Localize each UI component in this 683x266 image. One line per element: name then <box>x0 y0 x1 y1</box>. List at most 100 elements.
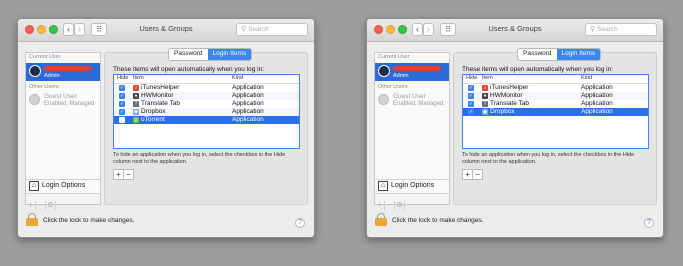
item-kind: Application <box>232 116 264 123</box>
hide-checkbox[interactable]: ✓ <box>119 101 125 107</box>
window-title: Users & Groups <box>488 24 542 33</box>
item-name: uTorrent <box>141 116 165 123</box>
column-hide[interactable]: Hide <box>117 75 128 81</box>
help-icon[interactable]: ? <box>644 218 654 228</box>
users-groups-window-before: ‹ › ⠿ Users & Groups ⚲ Search Current Use… <box>17 18 315 238</box>
forward-icon[interactable]: › <box>423 23 434 36</box>
zoom-button[interactable] <box>49 25 58 34</box>
remove-user-button[interactable]: − <box>36 201 46 210</box>
back-icon[interactable]: ‹ <box>412 23 423 36</box>
login-items-panel: Password Login Items These items will op… <box>453 48 657 205</box>
guest-user-item[interactable]: Guest User Enabled, Managed <box>375 92 449 112</box>
add-user-button[interactable]: + <box>26 201 36 210</box>
itunes-helper-icon: ♪ <box>482 85 488 91</box>
other-users-header: Other Users <box>29 84 59 90</box>
table-row-selected[interactable]: ✓ ◆ Dropbox Application <box>463 108 648 116</box>
grid-icon[interactable]: ⠿ <box>440 23 456 36</box>
column-hide[interactable]: Hide <box>466 75 477 81</box>
close-button[interactable] <box>25 25 34 34</box>
table-row[interactable]: ✓ ♪ iTunesHelper Application <box>114 84 299 92</box>
table-row[interactable]: ✓ T Translate Tab Application <box>114 100 299 108</box>
lock-text: Click the lock to make changes. <box>392 217 484 224</box>
login-options-item[interactable]: ⌂ Login Options <box>26 179 100 193</box>
column-item[interactable]: Item <box>133 75 144 81</box>
current-user-header: Current User <box>29 54 61 60</box>
intro-text: These items will open automatically when… <box>113 66 265 73</box>
table-row[interactable]: ✓ ◆ Dropbox Application <box>114 108 299 116</box>
item-kind: Application <box>232 108 264 115</box>
table-row[interactable]: ✓ T Translate Tab Application <box>463 100 648 108</box>
help-icon[interactable]: ? <box>295 218 305 228</box>
search-placeholder: Search <box>597 26 618 33</box>
item-name: Translate Tab <box>141 100 181 107</box>
gear-icon[interactable]: ⚙ <box>46 201 56 210</box>
back-icon[interactable]: ‹ <box>63 23 74 36</box>
tab-login-items[interactable]: Login Items <box>556 49 601 60</box>
search-icon: ⚲ <box>590 26 596 33</box>
search-input[interactable]: ⚲ Search <box>585 23 657 36</box>
add-item-button[interactable]: + <box>463 170 472 179</box>
tab-bar: Password Login Items <box>168 48 253 61</box>
current-user-role: Admin <box>44 73 60 79</box>
item-name: iTunesHelper <box>490 84 529 91</box>
table-row-selected[interactable]: µ uTorrent Application <box>114 116 299 124</box>
tab-login-items[interactable]: Login Items <box>207 49 252 60</box>
login-options-label: Login Options <box>391 182 435 189</box>
item-name: HWMonitor <box>490 92 523 99</box>
hide-checkbox[interactable]: ✓ <box>468 109 474 115</box>
item-kind: Application <box>581 108 613 115</box>
login-items-table[interactable]: Hide Item Kind ✓ ♪ iTunesHelper Applicat… <box>462 74 649 149</box>
grid-icon[interactable]: ⠿ <box>91 23 107 36</box>
tab-password[interactable]: Password <box>518 49 557 60</box>
column-kind[interactable]: Kind <box>581 75 592 81</box>
remove-item-button[interactable]: − <box>472 170 482 179</box>
item-kind: Application <box>581 92 613 99</box>
dropbox-icon: ◆ <box>133 109 139 115</box>
hide-checkbox[interactable]: ✓ <box>468 93 474 99</box>
hide-checkbox[interactable]: ✓ <box>119 93 125 99</box>
forward-icon[interactable]: › <box>74 23 85 36</box>
table-row[interactable]: ✓ ♪ iTunesHelper Application <box>463 84 648 92</box>
users-sidebar: Current User Admin Other Users Guest Use… <box>25 52 101 210</box>
login-options-item[interactable]: ⌂ Login Options <box>375 179 449 193</box>
item-name: Translate Tab <box>490 100 530 107</box>
minimize-button[interactable] <box>37 25 46 34</box>
table-header: Hide Item Kind <box>463 75 648 84</box>
avatar-icon <box>29 65 41 77</box>
lock-icon[interactable] <box>375 213 387 226</box>
table-row[interactable]: ✓ ● HWMonitor Application <box>463 92 648 100</box>
translate-tab-icon: T <box>482 101 488 107</box>
add-item-button[interactable]: + <box>114 170 123 179</box>
guest-user-name: Guest User <box>44 93 77 100</box>
table-row[interactable]: ✓ ● HWMonitor Application <box>114 92 299 100</box>
column-item[interactable]: Item <box>482 75 493 81</box>
hide-checkbox[interactable]: ✓ <box>119 109 125 115</box>
close-button[interactable] <box>374 25 383 34</box>
hide-checkbox[interactable] <box>119 117 125 123</box>
guest-user-name: Guest User <box>393 93 426 100</box>
item-kind: Application <box>581 84 613 91</box>
utorrent-icon: µ <box>133 117 139 123</box>
guest-user-status: Enabled, Managed <box>44 101 95 107</box>
guest-user-item[interactable]: Guest User Enabled, Managed <box>26 92 100 112</box>
hint-text: To hide an application when you log in, … <box>113 152 286 165</box>
sidebar-controls: + − ⚙ <box>26 193 100 210</box>
gear-icon[interactable]: ⚙ <box>395 201 405 210</box>
remove-item-button[interactable]: − <box>123 170 133 179</box>
search-input[interactable]: ⚲ Search <box>236 23 308 36</box>
minimize-button[interactable] <box>386 25 395 34</box>
column-kind[interactable]: Kind <box>232 75 243 81</box>
hide-checkbox[interactable]: ✓ <box>119 85 125 91</box>
current-user-item[interactable]: Admin <box>26 63 100 81</box>
current-user-item[interactable]: Admin <box>375 63 449 81</box>
add-user-button[interactable]: + <box>375 201 385 210</box>
hide-checkbox[interactable]: ✓ <box>468 101 474 107</box>
remove-user-button[interactable]: − <box>385 201 395 210</box>
login-items-table[interactable]: Hide Item Kind ✓ ♪ iTunesHelper Applicat… <box>113 74 300 149</box>
intro-text: These items will open automatically when… <box>462 66 614 73</box>
tab-password[interactable]: Password <box>169 49 208 60</box>
lock-icon[interactable] <box>26 213 38 226</box>
zoom-button[interactable] <box>398 25 407 34</box>
hide-checkbox[interactable]: ✓ <box>468 85 474 91</box>
guest-user-status: Enabled, Managed <box>393 101 444 107</box>
